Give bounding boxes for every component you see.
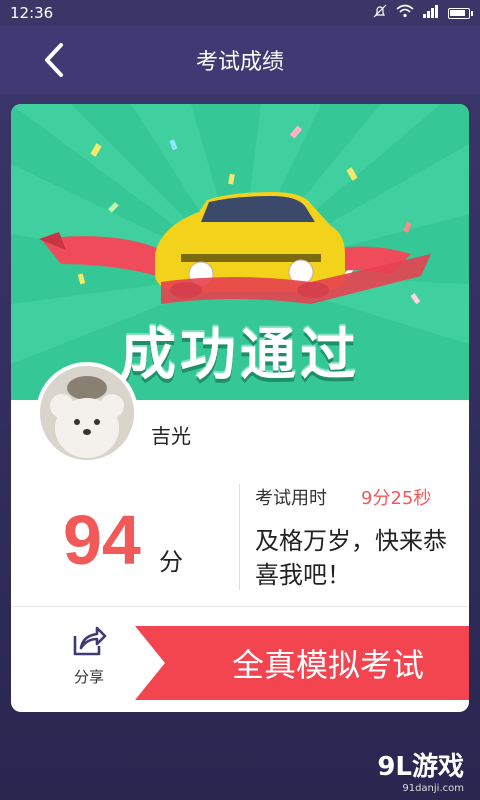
score-section: 94 分 考试用时 9分25秒 及格万岁，快来恭喜我吧！ (11, 480, 469, 590)
share-icon (73, 626, 107, 656)
battery-icon (448, 7, 473, 19)
divider (11, 606, 469, 607)
username: 吉光 (151, 424, 191, 448)
divider (239, 484, 240, 590)
score-unit: 分 (159, 548, 183, 576)
mock-exam-label: 全真模拟考试 (231, 646, 424, 684)
score-value: 94 (63, 501, 141, 579)
back-icon (45, 43, 63, 77)
mock-exam-button[interactable]: 全真模拟考试 (135, 626, 469, 700)
wifi-icon (396, 4, 414, 22)
cheer-message: 及格万岁，快来恭喜我吧！ (255, 527, 447, 589)
status-icons (372, 3, 473, 23)
status-time: 12:36 (10, 4, 54, 22)
result-card: 成功通过 吉光 94 分 考试用时 9分25秒 及格万岁，快来恭喜我吧！ 分享 (11, 104, 469, 712)
page-title: 考试成绩 (195, 50, 284, 75)
watermark: 9L游戏 91danji.com (377, 746, 464, 794)
pass-banner: 成功通过 (11, 104, 469, 400)
mute-icon (372, 3, 388, 23)
back-button[interactable] (36, 40, 72, 80)
avatar (36, 362, 138, 464)
watermark-main: 9L游戏 (377, 752, 464, 782)
header-bar: 考试成绩 (0, 26, 480, 94)
status-bar: 12:36 (0, 0, 480, 26)
exam-time-label: 考试用时 (255, 488, 327, 509)
exam-time-value: 9分25秒 (361, 488, 432, 509)
watermark-sub: 91danji.com (402, 783, 464, 794)
share-label: 分享 (73, 668, 104, 686)
share-button[interactable]: 分享 (53, 624, 125, 700)
signal-icon (422, 4, 440, 22)
